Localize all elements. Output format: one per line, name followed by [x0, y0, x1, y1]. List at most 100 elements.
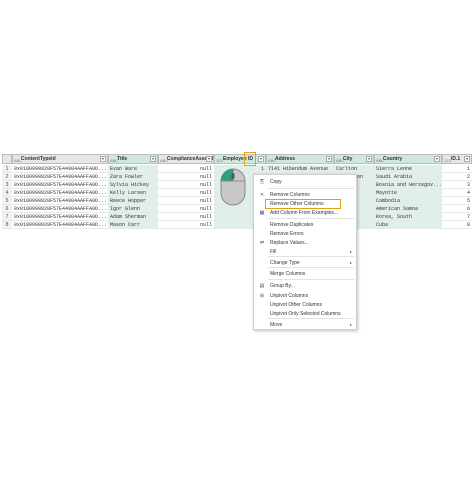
table-cell-title[interactable]: Mason Carr — [108, 221, 158, 229]
table-cell-id[interactable]: 4 — [442, 189, 472, 197]
table-cell-title[interactable]: Zara Fowler — [108, 173, 158, 181]
column-type-icon: ABC — [376, 158, 385, 163]
row-number[interactable]: 2 — [2, 173, 12, 181]
column-filter-dropdown-icon[interactable]: ▾ — [326, 156, 332, 162]
column-filter-dropdown-icon[interactable]: ▾ — [150, 156, 156, 162]
table-cell-comp[interactable]: null — [158, 189, 214, 197]
table-cell-comp[interactable]: null — [158, 213, 214, 221]
table-cell-country[interactable]: American Samoa — [374, 205, 442, 213]
row-number[interactable]: 7 — [2, 213, 12, 221]
submenu-arrow-icon: ▸ — [349, 260, 352, 265]
table-cell-ct[interactable]: 0x0100998020F57E44984AAFFA0D... — [12, 205, 108, 213]
column-header-city[interactable]: ABC City ▾ — [334, 154, 374, 164]
menu-item-change-type[interactable]: Change Type ▸ — [254, 259, 356, 267]
table-cell-country[interactable]: Korea, South — [374, 213, 442, 221]
column-header-address[interactable]: ABC Address ▾ — [266, 154, 334, 164]
menu-item-remove-columns[interactable]: ✕ Remove Columns — [254, 191, 356, 199]
column-filter-dropdown-icon[interactable]: ▾ — [258, 156, 264, 162]
column-header-label: Title — [117, 156, 128, 162]
table-cell-addr[interactable]: 7141 Hibendum Avenue — [266, 165, 334, 173]
table-row: 8 0x0100998020F57E44984AAFFA0D... Mason Ca… — [2, 221, 472, 229]
submenu-arrow-icon: ▸ — [349, 249, 352, 254]
row-number[interactable]: 8 — [2, 221, 12, 229]
menu-item-unpivot-only-selected-columns[interactable]: Unpivot Only Selected Columns — [254, 310, 356, 318]
table-cell-id[interactable]: 2 — [442, 173, 472, 181]
menu-separator — [268, 188, 354, 189]
table-cell-id[interactable]: 7 — [442, 213, 472, 221]
menu-item-label: Replace Values... — [270, 240, 309, 246]
table-cell-ct[interactable]: 0x0100998020F57E44984AAFFA0D... — [12, 213, 108, 221]
menu-separator — [268, 256, 354, 257]
column-filter-dropdown-icon[interactable]: ▾ — [366, 156, 372, 162]
table-cell-comp[interactable]: null — [158, 221, 214, 229]
menu-item-label: Unpivot Columns — [270, 293, 309, 299]
table-cell-id[interactable]: 5 — [442, 197, 472, 205]
table-corner[interactable] — [2, 154, 12, 164]
menu-separator — [268, 267, 354, 268]
table-cell-ct[interactable]: 0x0100998020F57E44984AAFFA0D... — [12, 221, 108, 229]
table-cell-title[interactable]: Igor Glenn — [108, 205, 158, 213]
remove-columns-icon: ✕ — [259, 192, 265, 198]
column-filter-dropdown-icon[interactable]: ▾ — [206, 156, 212, 162]
menu-item-replace-values[interactable]: ⇄ Replace Values... — [254, 239, 356, 247]
table-cell-id[interactable]: 6 — [442, 205, 472, 213]
menu-item-fill[interactable]: Fill ▸ — [254, 248, 356, 256]
table-cell-ct[interactable]: 0x0100998020F57E44984AAFFA0D... — [12, 173, 108, 181]
table-cell-ct[interactable]: 0x0100998020F57E44984AAFFA0D... — [12, 197, 108, 205]
column-filter-dropdown-icon[interactable]: ▾ — [100, 156, 106, 162]
menu-item-remove-errors[interactable]: Remove Errors — [254, 230, 356, 238]
table-cell-title[interactable]: Sylvia Hickey — [108, 181, 158, 189]
table-cell-ct[interactable]: 0x0100998020F57E44984AAFFA0D... — [12, 165, 108, 173]
menu-item-label: Move — [270, 322, 283, 328]
column-filter-dropdown-icon[interactable]: ▾ — [434, 156, 440, 162]
table-cell-title[interactable]: Evan Ware — [108, 165, 158, 173]
table-cell-title[interactable]: Adam Sherman — [108, 213, 158, 221]
table-cell-ct[interactable]: 0x0100998020F57E44984AAFFA0D... — [12, 181, 108, 189]
table-cell-comp[interactable]: null — [158, 165, 214, 173]
column-header-complianceassetid[interactable]: ABC ComplianceAssetId ▾ — [158, 154, 214, 164]
menu-item-add-column-from-examples[interactable]: ▦ Add Column From Examples... — [254, 209, 356, 217]
table-cell-country[interactable]: Saudi Arabia — [374, 173, 442, 181]
menu-item-copy[interactable]: ⎘ Copy — [254, 178, 356, 186]
column-header-country[interactable]: ABC Country ▾ — [374, 154, 442, 164]
row-number[interactable]: 4 — [2, 189, 12, 197]
column-header-label: Address — [275, 156, 296, 162]
table-cell-title[interactable]: Kelly Larsen — [108, 189, 158, 197]
table-cell-country[interactable]: Cambodia — [374, 197, 442, 205]
row-number[interactable]: 1 — [2, 165, 12, 173]
menu-item-label: Remove Other Columns — [270, 201, 324, 207]
menu-item-unpivot-other-columns[interactable]: Unpivot Other Columns — [254, 301, 356, 309]
menu-item-label: Unpivot Other Columns — [270, 302, 322, 308]
menu-item-remove-other-columns[interactable]: Remove Other Columns — [265, 199, 341, 209]
column-header-title[interactable]: ABC Title ▾ — [108, 154, 158, 164]
column-header-id-1[interactable]: 123 ID.1 ▾ — [442, 154, 472, 164]
menu-separator — [268, 318, 354, 319]
table-cell-title[interactable]: Reece Hopper — [108, 197, 158, 205]
menu-item-unpivot-columns[interactable]: ⊞ Unpivot Columns — [254, 292, 356, 300]
menu-item-group-by[interactable]: ▤ Group By... — [254, 282, 356, 290]
table-cell-ct[interactable]: 0x0100998020F57E44984AAFFA0D... — [12, 189, 108, 197]
column-header-employee-id[interactable]: 123 Employee ID ▾ — [214, 154, 266, 164]
table-cell-comp[interactable]: null — [158, 205, 214, 213]
menu-item-label: Remove Columns — [270, 192, 310, 198]
table-cell-id[interactable]: 3 — [442, 181, 472, 189]
menu-item-merge-columns[interactable]: Merge Columns — [254, 270, 356, 278]
table-cell-comp[interactable]: null — [158, 181, 214, 189]
table-cell-comp[interactable]: null — [158, 197, 214, 205]
table-cell-id[interactable]: 8 — [442, 221, 472, 229]
table-cell-comp[interactable]: null — [158, 173, 214, 181]
column-header-contenttypeid[interactable]: ABC ContentTypeId ▾ — [12, 154, 108, 164]
table-cell-country[interactable]: Sierra Leone — [374, 165, 442, 173]
menu-item-remove-duplicates[interactable]: Remove Duplicates — [254, 221, 356, 229]
table-cell-id[interactable]: 1 — [442, 165, 472, 173]
table-cell-country[interactable]: Bosnia and Herzegov... — [374, 181, 442, 189]
row-number[interactable]: 6 — [2, 205, 12, 213]
table-cell-country[interactable]: Mayotte — [374, 189, 442, 197]
menu-item-label: Unpivot Only Selected Columns — [270, 311, 341, 317]
column-filter-dropdown-icon[interactable]: ▾ — [464, 156, 470, 162]
table-cell-city[interactable]: Carlton — [334, 165, 374, 173]
table-cell-country[interactable]: Cuba — [374, 221, 442, 229]
row-number[interactable]: 3 — [2, 181, 12, 189]
row-number[interactable]: 5 — [2, 197, 12, 205]
menu-item-move[interactable]: Move ▸ — [254, 321, 356, 329]
